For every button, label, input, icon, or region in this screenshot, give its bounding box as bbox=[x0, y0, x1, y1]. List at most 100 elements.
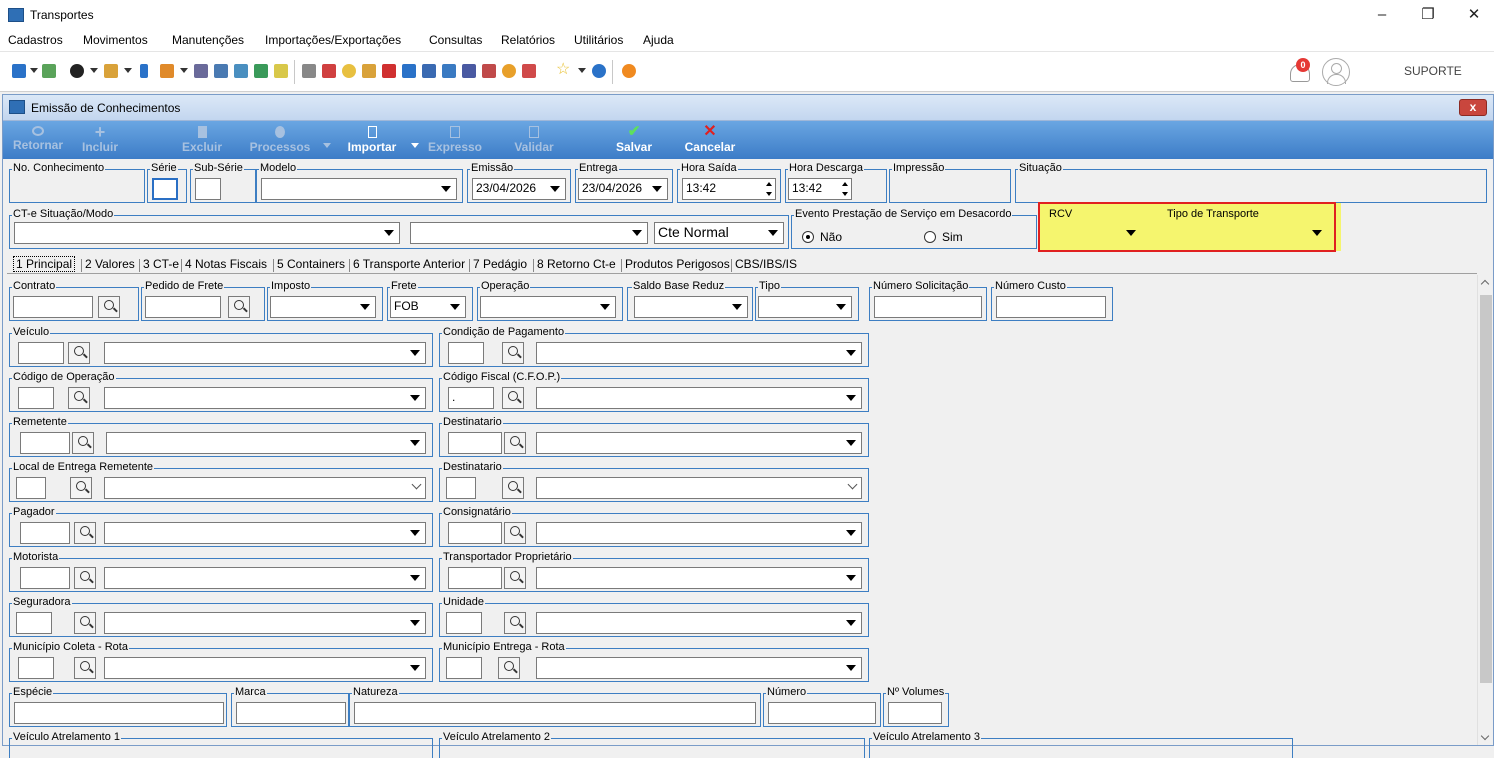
codigo-operacao-code[interactable] bbox=[18, 387, 54, 409]
tab-transporte-anterior[interactable]: 6 Transporte Anterior bbox=[353, 257, 465, 271]
vertical-scrollbar[interactable] bbox=[1477, 275, 1493, 745]
veiculo-select[interactable] bbox=[104, 342, 426, 364]
pagador-code[interactable] bbox=[20, 522, 70, 544]
scroll-down-icon[interactable] bbox=[1480, 731, 1490, 741]
importar-button[interactable]: Importar bbox=[341, 121, 403, 159]
codigo-fiscal-select[interactable] bbox=[536, 387, 862, 409]
hora-saida-input[interactable]: 13:42 bbox=[682, 178, 776, 200]
numero-input[interactable] bbox=[768, 702, 876, 724]
remetente-code[interactable] bbox=[20, 432, 70, 454]
chevron-down-icon[interactable] bbox=[90, 68, 98, 73]
codigo-fiscal-code[interactable]: . bbox=[448, 387, 494, 409]
spin-down-icon[interactable] bbox=[842, 192, 848, 196]
search-icon[interactable] bbox=[70, 477, 92, 499]
sub-serie-input[interactable] bbox=[195, 178, 221, 200]
search-icon[interactable] bbox=[68, 387, 90, 409]
spin-up-icon[interactable] bbox=[766, 182, 772, 186]
cte-modo-select[interactable] bbox=[410, 222, 648, 244]
table-icon[interactable] bbox=[422, 64, 436, 78]
scroll-up-icon[interactable] bbox=[1480, 279, 1490, 289]
tree-icon[interactable] bbox=[160, 64, 174, 78]
tipo-select[interactable] bbox=[758, 296, 852, 318]
local-entrega-code[interactable] bbox=[16, 477, 46, 499]
close-button[interactable]: ✕ bbox=[1454, 2, 1494, 28]
spin-up-icon[interactable] bbox=[842, 182, 848, 186]
chevron-down-icon[interactable] bbox=[124, 68, 132, 73]
flag-icon[interactable] bbox=[382, 64, 396, 78]
expresso-button[interactable]: Expresso bbox=[423, 121, 487, 159]
chart-icon[interactable] bbox=[254, 64, 268, 78]
grid-icon[interactable] bbox=[214, 64, 228, 78]
search-icon[interactable] bbox=[502, 477, 524, 499]
tab-valores[interactable]: 2 Valores bbox=[85, 257, 135, 271]
arrow-icon[interactable] bbox=[402, 64, 416, 78]
destinatario2-select[interactable] bbox=[536, 477, 862, 499]
menu-consultas[interactable]: Consultas bbox=[429, 33, 482, 47]
vehicles-icon[interactable] bbox=[482, 64, 496, 78]
tab-pedagio[interactable]: 7 Pedágio bbox=[473, 257, 527, 271]
user-avatar-icon[interactable] bbox=[1322, 58, 1350, 86]
imposto-select[interactable] bbox=[270, 296, 376, 318]
motorista-code[interactable] bbox=[20, 567, 70, 589]
saldo-base-select[interactable] bbox=[634, 296, 748, 318]
emissao-date[interactable]: 23/04/2026 bbox=[472, 178, 566, 200]
motorista-select[interactable] bbox=[104, 567, 426, 589]
menu-manutencoes[interactable]: Manutenções bbox=[172, 33, 244, 47]
menu-relatorios[interactable]: Relatórios bbox=[501, 33, 555, 47]
salvar-button[interactable]: ✔ Salvar bbox=[609, 121, 659, 159]
search-icon[interactable] bbox=[504, 612, 526, 634]
veiculo-code[interactable] bbox=[18, 342, 64, 364]
cte-situacao-select[interactable] bbox=[14, 222, 400, 244]
condicao-code[interactable] bbox=[448, 342, 484, 364]
alert-icon[interactable] bbox=[322, 64, 336, 78]
bar-chart-icon[interactable] bbox=[522, 64, 536, 78]
search-icon[interactable] bbox=[502, 387, 524, 409]
search-icon[interactable] bbox=[504, 432, 526, 454]
restore-button[interactable]: ❐ bbox=[1408, 2, 1448, 28]
consignatario-code[interactable] bbox=[448, 522, 502, 544]
unidade-code[interactable] bbox=[446, 612, 482, 634]
frete-select[interactable]: FOB bbox=[390, 296, 466, 318]
serie-input[interactable] bbox=[152, 178, 178, 200]
tab-cbs-ibs-is[interactable]: CBS/IBS/IS bbox=[735, 257, 797, 271]
menu-utilitarios[interactable]: Utilitários bbox=[574, 33, 623, 47]
list-icon[interactable] bbox=[194, 64, 208, 78]
pagador-select[interactable] bbox=[104, 522, 426, 544]
seguradora-code[interactable] bbox=[16, 612, 52, 634]
search-icon[interactable] bbox=[502, 342, 524, 364]
tab-retorno-cte[interactable]: 8 Retorno Ct-e bbox=[537, 257, 616, 271]
especie-input[interactable] bbox=[14, 702, 224, 724]
local-entrega-select[interactable] bbox=[104, 477, 426, 499]
lock-icon[interactable] bbox=[502, 64, 516, 78]
contrato-input[interactable] bbox=[13, 296, 93, 318]
search-icon[interactable] bbox=[504, 522, 526, 544]
importar-dropdown-icon[interactable] bbox=[411, 143, 419, 148]
chevron-down-icon[interactable] bbox=[578, 68, 586, 73]
nao-radio[interactable] bbox=[802, 231, 814, 243]
hora-descarga-input[interactable]: 13:42 bbox=[788, 178, 852, 200]
municipio-entrega-code[interactable] bbox=[446, 657, 482, 679]
power-icon[interactable] bbox=[622, 64, 636, 78]
municipio-coleta-select[interactable] bbox=[104, 657, 426, 679]
tab-containers[interactable]: 5 Containers bbox=[277, 257, 345, 271]
truck-icon[interactable] bbox=[104, 64, 118, 78]
search-icon[interactable] bbox=[74, 567, 96, 589]
scroll-thumb[interactable] bbox=[1480, 295, 1492, 683]
municipio-coleta-code[interactable] bbox=[18, 657, 54, 679]
natureza-input[interactable] bbox=[354, 702, 756, 724]
menu-movimentos[interactable]: Movimentos bbox=[83, 33, 148, 47]
excluir-button[interactable]: Excluir bbox=[179, 121, 225, 159]
remetente-select[interactable] bbox=[106, 432, 426, 454]
transportador-select[interactable] bbox=[536, 567, 862, 589]
sim-radio[interactable] bbox=[924, 231, 936, 243]
menu-importacoes[interactable]: Importações/Exportações bbox=[265, 33, 401, 47]
destinatario2-code[interactable] bbox=[446, 477, 476, 499]
validar-button[interactable]: Validar bbox=[511, 121, 557, 159]
binoculars-icon[interactable] bbox=[274, 64, 288, 78]
retornar-button[interactable]: Retornar bbox=[13, 121, 63, 159]
info-icon[interactable] bbox=[592, 64, 606, 78]
numero-custo-input[interactable] bbox=[996, 296, 1106, 318]
search-icon[interactable] bbox=[504, 567, 526, 589]
calendar-icon[interactable] bbox=[462, 64, 476, 78]
municipio-entrega-select[interactable] bbox=[536, 657, 862, 679]
